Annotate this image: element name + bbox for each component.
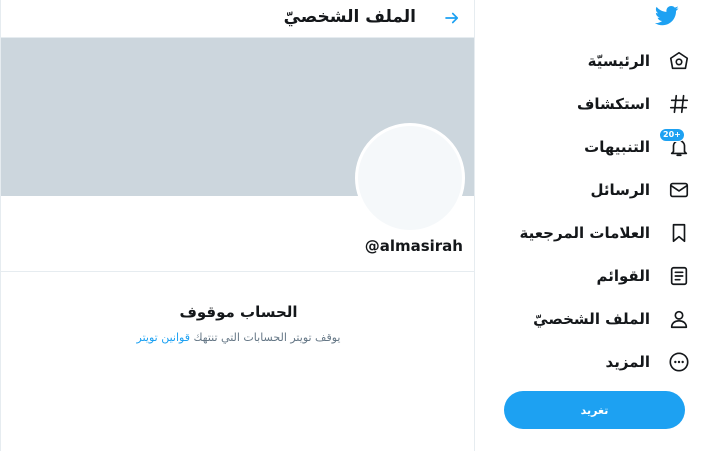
hashtag-icon: [668, 93, 690, 115]
sidebar-item-explore[interactable]: استكشاف: [490, 89, 690, 119]
sidebar-item-bookmarks[interactable]: العلامات المرجعية: [490, 218, 690, 248]
app-root: الملف الشخصيّ @almasirah الحساب موقوف يو…: [0, 0, 720, 451]
suspended-text: يوقف تويتر الحسابات التي تنتهك: [193, 331, 341, 344]
sidebar-item-label: القوائم: [596, 267, 650, 285]
notification-badge: 20+: [659, 128, 685, 142]
more-icon: [668, 351, 690, 373]
sidebar-item-profile[interactable]: الملف الشخصيّ: [490, 304, 690, 334]
profile-header: الملف الشخصيّ: [1, 0, 474, 38]
sidebar-item-label: الرسائل: [590, 181, 650, 199]
person-icon: [668, 308, 690, 330]
sidebar-item-messages[interactable]: الرسائل: [490, 175, 690, 205]
bookmark-icon: [668, 222, 690, 244]
page-title: الملف الشخصيّ: [283, 7, 416, 27]
tweet-button[interactable]: تغريد: [504, 391, 685, 429]
profile-column: الملف الشخصيّ @almasirah الحساب موقوف يو…: [0, 0, 475, 451]
twitter-rules-link[interactable]: قوانين تويتر: [137, 331, 190, 344]
sidebar-item-label: الملف الشخصيّ: [533, 310, 650, 328]
sidebar-item-label: الرئيسيّة: [587, 52, 650, 70]
sidebar-item-label: استكشاف: [576, 95, 650, 113]
sidebar-item-home[interactable]: الرئيسيّة: [490, 46, 690, 76]
envelope-icon: [668, 179, 690, 201]
sidebar-item-lists[interactable]: القوائم: [490, 261, 690, 291]
suspended-message: يوقف تويتر الحسابات التي تنتهك قوانين تو…: [1, 331, 476, 344]
suspended-title: الحساب موقوف: [179, 303, 298, 321]
divider: [1, 271, 474, 272]
sidebar-item-notifications[interactable]: التنبيهات 20+: [490, 128, 690, 162]
sidebar-item-label: المزيد: [605, 353, 650, 371]
sidebar-item-label: العلامات المرجعية: [519, 224, 650, 242]
list-icon: [668, 265, 690, 287]
back-arrow-icon[interactable]: [443, 9, 461, 27]
sidebar-item-label: التنبيهات: [584, 138, 650, 156]
profile-handle: @almasirah: [364, 237, 463, 255]
home-icon: [668, 50, 690, 72]
avatar[interactable]: [355, 123, 465, 233]
twitter-logo-icon[interactable]: [655, 6, 679, 26]
sidebar-item-more[interactable]: المزيد: [490, 347, 690, 377]
bell-icon: 20+: [659, 128, 690, 158]
